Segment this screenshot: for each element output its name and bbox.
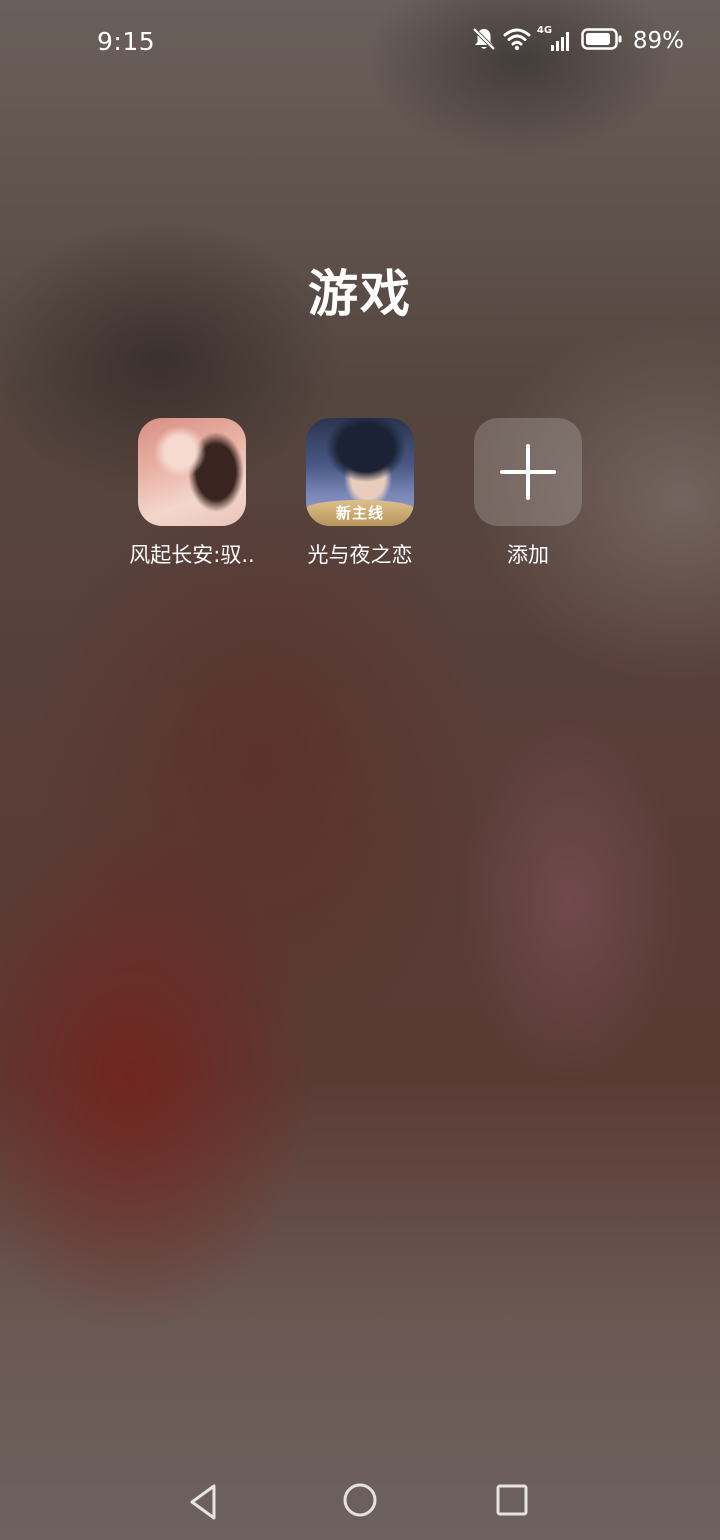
cellular-signal-icon: 4G (537, 25, 575, 55)
status-time: 9:15 (97, 27, 156, 56)
home-icon[interactable] (338, 1480, 382, 1524)
app-badge: 新主线 (306, 500, 414, 526)
battery-percent: 89% (632, 28, 684, 54)
bell-muted-icon (471, 26, 497, 56)
app-fengqi-changan[interactable]: 风起长安:驭.. (108, 418, 276, 578)
add-app-button[interactable]: 添加 (444, 418, 612, 578)
plus-icon[interactable] (474, 418, 582, 526)
app-guang-yu-ye-zhi-lian[interactable]: 新主线 光与夜之恋 (276, 418, 444, 578)
status-bar: 9:15 4G 89% (0, 0, 720, 84)
battery-icon (581, 27, 623, 55)
add-app-label: 添加 (507, 543, 549, 567)
status-icons: 4G 89% (471, 25, 684, 56)
back-icon[interactable] (183, 1480, 227, 1524)
navigation-bar (0, 1460, 720, 1540)
wifi-icon (503, 27, 531, 55)
app-label: 风起长安:驭.. (129, 543, 255, 567)
blurred-wallpaper-background (0, 0, 720, 1540)
recents-icon[interactable] (490, 1480, 534, 1524)
folder-title[interactable]: 游戏 (0, 254, 720, 326)
game-app-icon[interactable]: 新主线 (306, 418, 414, 526)
game-app-icon[interactable] (138, 418, 246, 526)
app-label: 光与夜之恋 (307, 543, 413, 567)
